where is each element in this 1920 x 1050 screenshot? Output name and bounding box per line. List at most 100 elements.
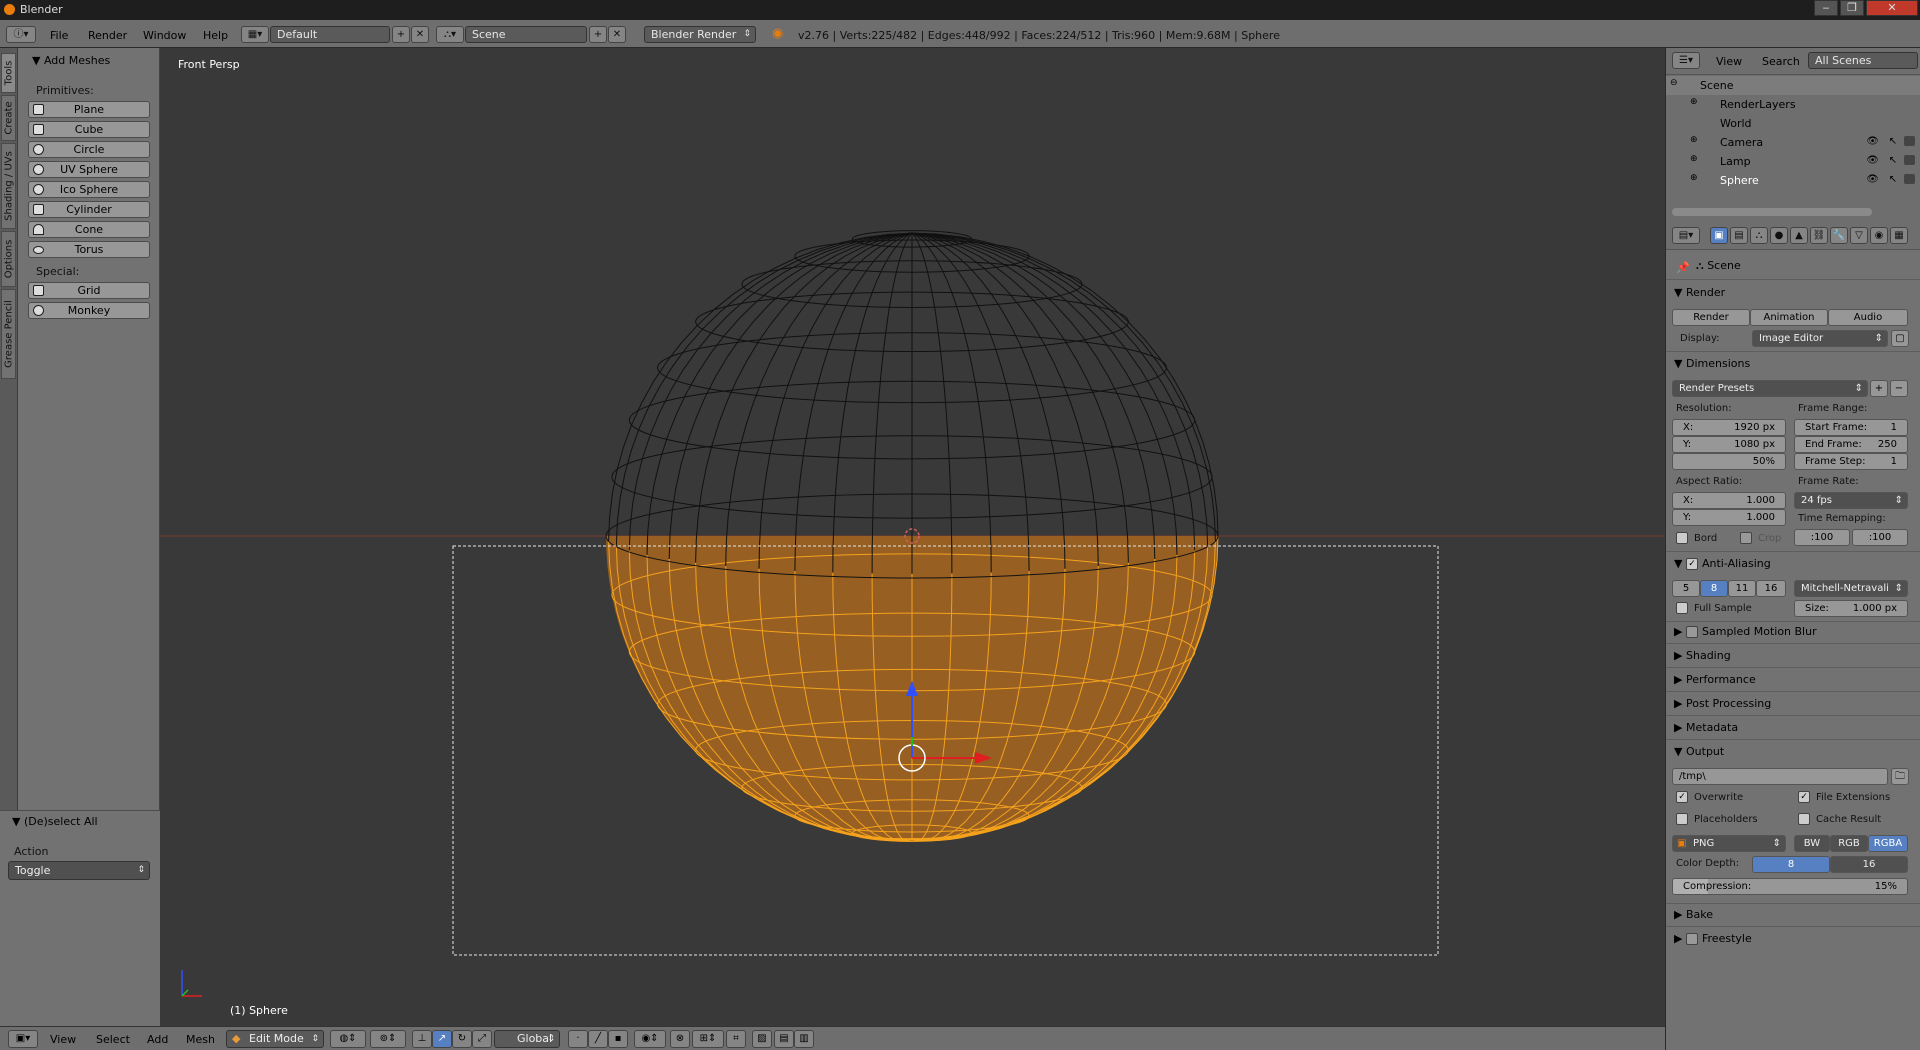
outliner-scrollbar[interactable]: [1672, 208, 1872, 216]
aa-samples-16[interactable]: 16: [1756, 580, 1786, 597]
pivot-point-icon[interactable]: ⊚⇕: [370, 1030, 406, 1048]
add-meshes-panel-header[interactable]: ▼ Add Meshes: [32, 54, 110, 67]
render-audio-button[interactable]: Audio: [1828, 309, 1908, 326]
scale-manipulator-icon[interactable]: ⤢: [472, 1030, 492, 1048]
sphere-wireframe[interactable]: [605, 230, 1219, 579]
compression-slider[interactable]: Compression: 15%: [1672, 878, 1908, 895]
add-cube-button[interactable]: Cube: [28, 121, 150, 138]
render-animation-button[interactable]: Animation: [1750, 309, 1828, 326]
add-torus-button[interactable]: Torus: [28, 241, 150, 258]
3d-viewport[interactable]: Front Persp (1) Sphere: [160, 48, 1665, 1026]
freestyle-panel-header[interactable]: ▶ Freestyle: [1674, 932, 1752, 945]
bake-panel-header[interactable]: ▶ Bake: [1674, 908, 1713, 921]
texture-tab-icon[interactable]: ▦: [1890, 227, 1908, 244]
minimize-button[interactable]: ‒: [1814, 0, 1838, 16]
add-cone-button[interactable]: Cone: [28, 221, 150, 238]
sampled-motion-blur-panel-header[interactable]: ▶ Sampled Motion Blur: [1674, 625, 1817, 638]
scene-tab-icon[interactable]: ⛬: [1750, 227, 1768, 244]
add-layout-icon[interactable]: +: [392, 26, 410, 43]
file-extensions-checkbox[interactable]: ✓: [1798, 791, 1810, 803]
render-preview-icon[interactable]: ▥: [794, 1030, 814, 1048]
frame-rate-dropdown[interactable]: 24 fps ⇕: [1794, 492, 1908, 509]
aspect-y-field[interactable]: Y: 1.000: [1672, 509, 1786, 526]
outliner-filter-dropdown[interactable]: All Scenes: [1808, 52, 1918, 69]
aa-samples-8[interactable]: 8: [1700, 580, 1728, 597]
editor-type-properties-icon[interactable]: ▤▾: [1672, 227, 1700, 244]
color-depth-16[interactable]: 16: [1830, 856, 1908, 873]
render-panel-header[interactable]: ▼ Render: [1674, 286, 1725, 299]
render-camera-icon[interactable]: [1904, 136, 1915, 146]
rotate-manipulator-icon[interactable]: ↻: [452, 1030, 472, 1048]
data-tab-icon[interactable]: ▽: [1850, 227, 1868, 244]
color-mode-rgba[interactable]: RGBA: [1868, 835, 1908, 852]
selectable-arrow-icon[interactable]: ↖: [1889, 136, 1897, 147]
snap-toggle-icon[interactable]: ⊗: [670, 1030, 690, 1048]
time-remap-new-field[interactable]: :100: [1852, 529, 1908, 546]
display-window-icon[interactable]: ▢: [1891, 330, 1909, 347]
render-engine-dropdown[interactable]: Blender Render ⇕: [644, 26, 756, 43]
render-camera-icon[interactable]: [1904, 174, 1915, 184]
outliner-item-camera[interactable]: ⊕ Camera 👁 ↖: [1666, 133, 1920, 152]
menu-file[interactable]: File: [50, 29, 68, 42]
outliner-item-sphere[interactable]: ⊕ Sphere 👁 ↖: [1666, 171, 1920, 190]
aspect-x-field[interactable]: X: 1.000: [1672, 492, 1786, 509]
add-plane-button[interactable]: Plane: [28, 101, 150, 118]
operator-panel-header[interactable]: ▼ (De)select All: [12, 815, 98, 828]
scene-field[interactable]: Scene: [465, 26, 587, 43]
editor-type-outliner-icon[interactable]: ☰▾: [1672, 52, 1700, 69]
add-circle-button[interactable]: Circle: [28, 141, 150, 158]
outliner-menu-search[interactable]: Search: [1762, 55, 1800, 68]
add-grid-button[interactable]: Grid: [28, 282, 150, 299]
proportional-edit-icon[interactable]: ◉⇕: [634, 1030, 666, 1048]
pin-icon[interactable]: 📌: [1676, 261, 1690, 274]
outliner-item-scene[interactable]: ⊖ Scene: [1666, 76, 1920, 95]
selectable-arrow-icon[interactable]: ↖: [1889, 174, 1897, 185]
aa-filter-dropdown[interactable]: Mitchell-Netravali ⇕: [1794, 580, 1908, 597]
visibility-eye-icon[interactable]: 👁: [1866, 155, 1879, 166]
color-depth-8[interactable]: 8: [1752, 856, 1830, 873]
display-dropdown[interactable]: Image Editor ⇕: [1752, 330, 1888, 347]
object-tab-icon[interactable]: ▲: [1790, 227, 1808, 244]
screen-layout-icon[interactable]: ▦▾: [241, 26, 269, 43]
menu-render[interactable]: Render: [88, 29, 127, 42]
remove-preset-icon[interactable]: −: [1890, 380, 1908, 397]
visibility-eye-icon[interactable]: 👁: [1866, 174, 1879, 185]
post-processing-panel-header[interactable]: ▶ Post Processing: [1674, 697, 1771, 710]
render-tab-icon[interactable]: ▣: [1710, 227, 1728, 244]
output-path-field[interactable]: /tmp\: [1672, 768, 1888, 785]
motion-blur-checkbox[interactable]: [1686, 626, 1698, 638]
frame-step-field[interactable]: Frame Step: 1: [1794, 453, 1908, 470]
border-checkbox[interactable]: [1676, 532, 1688, 544]
menu-add[interactable]: Add: [147, 1033, 168, 1046]
orientation-dropdown[interactable]: Global ⇕: [494, 1030, 560, 1048]
tab-create[interactable]: Create: [1, 95, 16, 141]
menu-mesh[interactable]: Mesh: [186, 1033, 215, 1046]
render-presets-dropdown[interactable]: Render Presets ⇕: [1672, 380, 1868, 397]
editor-type-info-icon[interactable]: ⓘ▾: [6, 26, 36, 43]
remove-layout-icon[interactable]: ✕: [411, 26, 429, 43]
add-uv-sphere-button[interactable]: UV Sphere: [28, 161, 150, 178]
performance-panel-header[interactable]: ▶ Performance: [1674, 673, 1756, 686]
tab-shading-uvs[interactable]: Shading / UVs: [1, 143, 16, 229]
close-button[interactable]: ✕: [1866, 0, 1918, 16]
viewport-shading-icon[interactable]: ◍⇕: [330, 1030, 366, 1048]
edge-select-icon[interactable]: ╱: [588, 1030, 608, 1048]
add-monkey-button[interactable]: Monkey: [28, 302, 150, 319]
visibility-eye-icon[interactable]: 👁: [1866, 136, 1879, 147]
outliner-menu-view[interactable]: View: [1716, 55, 1742, 68]
maximize-button[interactable]: ❐: [1840, 0, 1864, 16]
overwrite-checkbox[interactable]: ✓: [1676, 791, 1688, 803]
aa-samples-11[interactable]: 11: [1728, 580, 1756, 597]
scene-icon[interactable]: ⛬▾: [436, 26, 464, 43]
face-select-icon[interactable]: ▪: [608, 1030, 628, 1048]
render-image-button[interactable]: Render: [1672, 309, 1750, 326]
resolution-y-field[interactable]: Y: 1080 px: [1672, 436, 1786, 453]
cache-result-checkbox[interactable]: [1798, 813, 1810, 825]
manipulator-toggle-icon[interactable]: ⊥: [412, 1030, 432, 1048]
screen-layout-field[interactable]: Default: [270, 26, 390, 43]
tab-tools[interactable]: Tools: [1, 53, 16, 93]
add-ico-sphere-button[interactable]: Ico Sphere: [28, 181, 150, 198]
tab-grease-pencil[interactable]: Grease Pencil: [1, 289, 16, 379]
color-mode-bw[interactable]: BW: [1794, 835, 1830, 852]
translate-manipulator-icon[interactable]: ↗: [432, 1030, 452, 1048]
